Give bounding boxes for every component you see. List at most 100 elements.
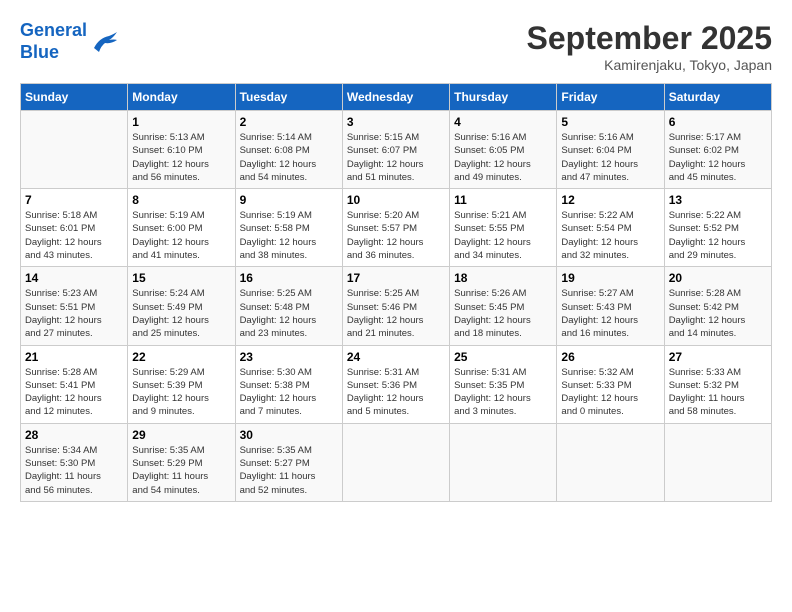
- day-info: Sunrise: 5:33 AM Sunset: 5:32 PM Dayligh…: [669, 366, 767, 419]
- day-number: 18: [454, 271, 552, 285]
- day-number: 29: [132, 428, 230, 442]
- day-info: Sunrise: 5:16 AM Sunset: 6:05 PM Dayligh…: [454, 131, 552, 184]
- calendar-week-row: 14 Sunrise: 5:23 AM Sunset: 5:51 PM Dayli…: [21, 267, 772, 345]
- day-number: 11: [454, 193, 552, 207]
- day-info: Sunrise: 5:24 AM Sunset: 5:49 PM Dayligh…: [132, 287, 230, 340]
- calendar-day-cell: 13Sunrise: 5:22 AM Sunset: 5:52 PM Dayli…: [664, 189, 771, 267]
- calendar-day-cell: 6Sunrise: 5:17 AM Sunset: 6:02 PM Daylig…: [664, 111, 771, 189]
- day-info: Sunrise: 5:19 AM Sunset: 6:00 PM Dayligh…: [132, 209, 230, 262]
- weekday-header: Saturday: [664, 84, 771, 111]
- calendar-day-cell: 28Sunrise: 5:34 AM Sunset: 5:30 PM Dayli…: [21, 423, 128, 501]
- calendar-day-cell: 9 Sunrise: 5:19 AM Sunset: 5:58 PM Daylig…: [235, 189, 342, 267]
- day-info: Sunrise: 5:35 AM Sunset: 5:27 PM Dayligh…: [240, 444, 338, 497]
- day-number: 4: [454, 115, 552, 129]
- calendar-day-cell: [21, 111, 128, 189]
- day-info: Sunrise: 5:35 AM Sunset: 5:29 PM Dayligh…: [132, 444, 230, 497]
- calendar-day-cell: 29 Sunrise: 5:35 AM Sunset: 5:29 PM Dayli…: [128, 423, 235, 501]
- calendar-day-cell: 8 Sunrise: 5:19 AM Sunset: 6:00 PM Daylig…: [128, 189, 235, 267]
- day-number: 2: [240, 115, 338, 129]
- calendar-day-cell: 18 Sunrise: 5:26 AM Sunset: 5:45 PM Dayli…: [450, 267, 557, 345]
- month-title: September 2025: [527, 20, 772, 57]
- day-number: 14: [25, 271, 123, 285]
- day-info: Sunrise: 5:32 AM Sunset: 5:33 PM Dayligh…: [561, 366, 659, 419]
- day-info: Sunrise: 5:16 AM Sunset: 6:04 PM Dayligh…: [561, 131, 659, 184]
- calendar-day-cell: 21 Sunrise: 5:28 AM Sunset: 5:41 PM Dayli…: [21, 345, 128, 423]
- day-number: 8: [132, 193, 230, 207]
- calendar-day-cell: [342, 423, 449, 501]
- day-number: 12: [561, 193, 659, 207]
- day-info: Sunrise: 5:28 AM Sunset: 5:41 PM Dayligh…: [25, 366, 123, 419]
- day-number: 7: [25, 193, 123, 207]
- calendar-day-cell: 16 Sunrise: 5:25 AM Sunset: 5:48 PM Dayli…: [235, 267, 342, 345]
- calendar-day-cell: 23 Sunrise: 5:30 AM Sunset: 5:38 PM Dayli…: [235, 345, 342, 423]
- calendar-day-cell: 1 Sunrise: 5:13 AM Sunset: 6:10 PM Daylig…: [128, 111, 235, 189]
- calendar-week-row: 1 Sunrise: 5:13 AM Sunset: 6:10 PM Daylig…: [21, 111, 772, 189]
- calendar-day-cell: 20 Sunrise: 5:28 AM Sunset: 5:42 PM Dayli…: [664, 267, 771, 345]
- weekday-header: Monday: [128, 84, 235, 111]
- day-number: 24: [347, 350, 445, 364]
- day-number: 9: [240, 193, 338, 207]
- day-number: 10: [347, 193, 445, 207]
- calendar-day-cell: 25 Sunrise: 5:31 AM Sunset: 5:35 PM Dayli…: [450, 345, 557, 423]
- calendar-week-row: 21 Sunrise: 5:28 AM Sunset: 5:41 PM Dayli…: [21, 345, 772, 423]
- day-info: Sunrise: 5:15 AM Sunset: 6:07 PM Dayligh…: [347, 131, 445, 184]
- day-number: 22: [132, 350, 230, 364]
- day-number: 27: [669, 350, 767, 364]
- day-info: Sunrise: 5:25 AM Sunset: 5:46 PM Dayligh…: [347, 287, 445, 340]
- day-info: Sunrise: 5:22 AM Sunset: 5:52 PM Dayligh…: [669, 209, 767, 262]
- calendar-week-row: 28Sunrise: 5:34 AM Sunset: 5:30 PM Dayli…: [21, 423, 772, 501]
- day-number: 3: [347, 115, 445, 129]
- calendar-day-cell: 26 Sunrise: 5:32 AM Sunset: 5:33 PM Dayli…: [557, 345, 664, 423]
- day-number: 16: [240, 271, 338, 285]
- calendar-day-cell: 2Sunrise: 5:14 AM Sunset: 6:08 PM Daylig…: [235, 111, 342, 189]
- calendar-day-cell: 27 Sunrise: 5:33 AM Sunset: 5:32 PM Dayli…: [664, 345, 771, 423]
- logo-bird-icon: [89, 28, 119, 56]
- day-info: Sunrise: 5:29 AM Sunset: 5:39 PM Dayligh…: [132, 366, 230, 419]
- calendar-day-cell: 15 Sunrise: 5:24 AM Sunset: 5:49 PM Dayli…: [128, 267, 235, 345]
- calendar-day-cell: 3 Sunrise: 5:15 AM Sunset: 6:07 PM Daylig…: [342, 111, 449, 189]
- day-info: Sunrise: 5:19 AM Sunset: 5:58 PM Dayligh…: [240, 209, 338, 262]
- day-info: Sunrise: 5:26 AM Sunset: 5:45 PM Dayligh…: [454, 287, 552, 340]
- calendar-day-cell: [450, 423, 557, 501]
- page-header: General Blue September 2025 Kamirenjaku,…: [20, 20, 772, 73]
- day-number: 26: [561, 350, 659, 364]
- day-info: Sunrise: 5:27 AM Sunset: 5:43 PM Dayligh…: [561, 287, 659, 340]
- day-info: Sunrise: 5:30 AM Sunset: 5:38 PM Dayligh…: [240, 366, 338, 419]
- day-number: 17: [347, 271, 445, 285]
- calendar-day-cell: 7 Sunrise: 5:18 AM Sunset: 6:01 PM Daylig…: [21, 189, 128, 267]
- day-info: Sunrise: 5:31 AM Sunset: 5:35 PM Dayligh…: [454, 366, 552, 419]
- day-number: 15: [132, 271, 230, 285]
- day-number: 20: [669, 271, 767, 285]
- calendar-day-cell: 24 Sunrise: 5:31 AM Sunset: 5:36 PM Dayli…: [342, 345, 449, 423]
- day-info: Sunrise: 5:13 AM Sunset: 6:10 PM Dayligh…: [132, 131, 230, 184]
- calendar-day-cell: 11Sunrise: 5:21 AM Sunset: 5:55 PM Dayli…: [450, 189, 557, 267]
- day-number: 30: [240, 428, 338, 442]
- day-number: 25: [454, 350, 552, 364]
- day-number: 6: [669, 115, 767, 129]
- location-subtitle: Kamirenjaku, Tokyo, Japan: [527, 57, 772, 73]
- calendar-day-cell: 14 Sunrise: 5:23 AM Sunset: 5:51 PM Dayli…: [21, 267, 128, 345]
- day-info: Sunrise: 5:18 AM Sunset: 6:01 PM Dayligh…: [25, 209, 123, 262]
- logo-text: General Blue: [20, 20, 87, 63]
- calendar-day-cell: 19 Sunrise: 5:27 AM Sunset: 5:43 PM Dayli…: [557, 267, 664, 345]
- weekday-header: Sunday: [21, 84, 128, 111]
- calendar-day-cell: [557, 423, 664, 501]
- calendar-day-cell: 10 Sunrise: 5:20 AM Sunset: 5:57 PM Dayli…: [342, 189, 449, 267]
- day-info: Sunrise: 5:23 AM Sunset: 5:51 PM Dayligh…: [25, 287, 123, 340]
- day-info: Sunrise: 5:28 AM Sunset: 5:42 PM Dayligh…: [669, 287, 767, 340]
- logo: General Blue: [20, 20, 119, 63]
- day-info: Sunrise: 5:20 AM Sunset: 5:57 PM Dayligh…: [347, 209, 445, 262]
- day-info: Sunrise: 5:31 AM Sunset: 5:36 PM Dayligh…: [347, 366, 445, 419]
- day-number: 28: [25, 428, 123, 442]
- day-number: 21: [25, 350, 123, 364]
- day-number: 1: [132, 115, 230, 129]
- day-number: 23: [240, 350, 338, 364]
- calendar-day-cell: 17 Sunrise: 5:25 AM Sunset: 5:46 PM Dayli…: [342, 267, 449, 345]
- calendar-header-row: SundayMondayTuesdayWednesdayThursdayFrid…: [21, 84, 772, 111]
- day-info: Sunrise: 5:22 AM Sunset: 5:54 PM Dayligh…: [561, 209, 659, 262]
- calendar-day-cell: 30 Sunrise: 5:35 AM Sunset: 5:27 PM Dayli…: [235, 423, 342, 501]
- title-block: September 2025 Kamirenjaku, Tokyo, Japan: [527, 20, 772, 73]
- day-number: 19: [561, 271, 659, 285]
- weekday-header: Thursday: [450, 84, 557, 111]
- day-info: Sunrise: 5:25 AM Sunset: 5:48 PM Dayligh…: [240, 287, 338, 340]
